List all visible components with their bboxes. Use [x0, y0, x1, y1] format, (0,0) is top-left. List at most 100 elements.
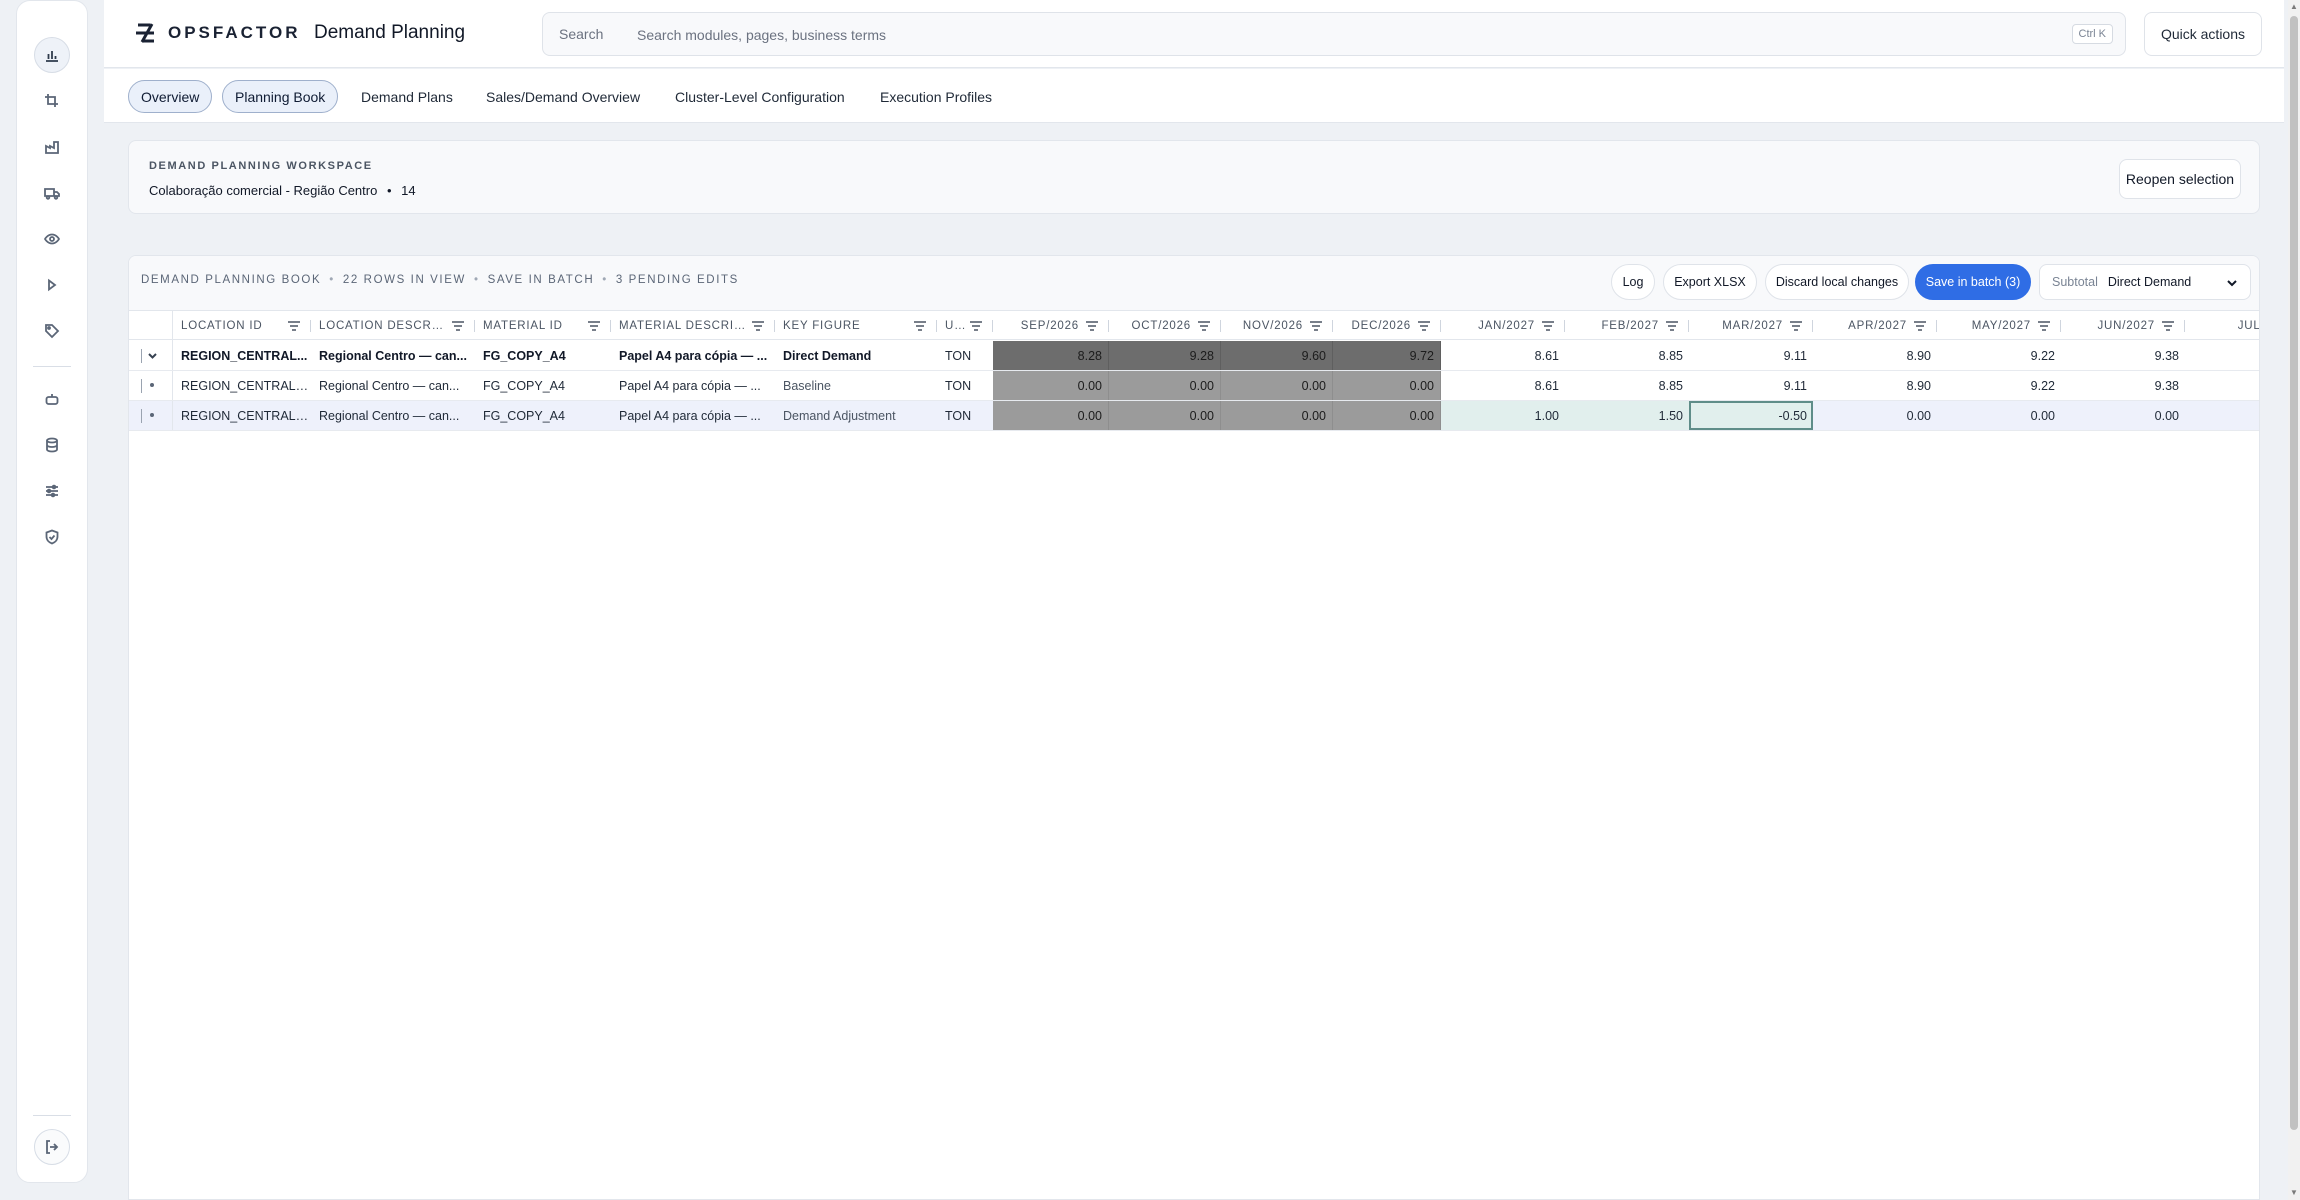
cell-may-2027[interactable]: 0.00 — [1937, 401, 2061, 430]
scroll-down-arrow-icon[interactable]: ▼ — [2289, 1188, 2299, 1198]
cell-jan-2027[interactable]: 8.61 — [1441, 341, 1565, 370]
cell-jul-20[interactable] — [2185, 401, 2259, 430]
bar-chart-icon[interactable] — [34, 37, 70, 73]
sliders-icon[interactable] — [34, 473, 70, 509]
cell-oct-2026[interactable]: 0.00 — [1109, 401, 1221, 430]
logo[interactable]: OPSFACTOR — [134, 22, 300, 44]
table-row[interactable]: REGION_CENTRAL... Regional Centro — can..… — [129, 341, 2259, 371]
factory-icon[interactable] — [34, 129, 70, 165]
column-header-jan-2027[interactable]: JAN/2027 — [1441, 311, 1565, 341]
cell-dec-2026[interactable]: 0.00 — [1333, 371, 1441, 400]
column-header-location-id[interactable]: LOCATION ID — [173, 311, 311, 341]
discard-local-changes-button[interactable]: Discard local changes — [1765, 264, 1909, 300]
cell-dec-2026[interactable]: 0.00 — [1333, 401, 1441, 430]
search-input[interactable] — [637, 23, 1937, 47]
filter-icon[interactable] — [969, 320, 983, 332]
export-xlsx-button[interactable]: Export XLSX — [1663, 264, 1757, 300]
cell-apr-2027[interactable]: 0.00 — [1813, 401, 1937, 430]
cell-nov-2026[interactable]: 0.00 — [1221, 371, 1333, 400]
crop-icon[interactable] — [34, 83, 70, 119]
cell-jul-20[interactable] — [2185, 341, 2259, 370]
tab-demand-plans[interactable]: Demand Plans — [348, 80, 466, 113]
cell-jan-2027[interactable]: 8.61 — [1441, 371, 1565, 400]
cell-dec-2026[interactable]: 9.72 — [1333, 341, 1441, 370]
filter-icon[interactable] — [1197, 320, 1211, 332]
reopen-selection-button[interactable]: Reopen selection — [2119, 159, 2241, 199]
filter-icon[interactable] — [2161, 320, 2175, 332]
column-header-may-2027[interactable]: MAY/2027 — [1937, 311, 2061, 341]
filter-icon[interactable] — [451, 320, 465, 332]
filter-icon[interactable] — [1541, 320, 1555, 332]
table-row[interactable]: REGION_CENTRAL_... Regional Centro — can.… — [129, 371, 2259, 401]
column-header-key-figure[interactable]: KEY FIGURE — [775, 311, 937, 341]
robot-icon[interactable] — [34, 381, 70, 417]
shield-check-icon[interactable] — [34, 519, 70, 555]
tab-sales-demand-overview[interactable]: Sales/Demand Overview — [473, 80, 653, 113]
log-button[interactable]: Log — [1611, 264, 1655, 300]
play-icon[interactable] — [34, 267, 70, 303]
tag-icon[interactable] — [34, 313, 70, 349]
eye-icon[interactable] — [34, 221, 70, 257]
truck-icon[interactable] — [34, 175, 70, 211]
subtotal-select[interactable]: Subtotal Direct Demand — [2039, 264, 2251, 300]
cell-jun-2027[interactable]: 9.38 — [2061, 371, 2185, 400]
column-header-nov-2026[interactable]: NOV/2026 — [1221, 311, 1333, 341]
table-row[interactable]: REGION_CENTRAL_... Regional Centro — can.… — [129, 401, 2259, 431]
scroll-up-arrow-icon[interactable]: ▲ — [2289, 2, 2299, 12]
cell-feb-2027[interactable]: 1.50 — [1565, 401, 1689, 430]
column-header-feb-2027[interactable]: FEB/2027 — [1565, 311, 1689, 341]
column-header-mar-2027[interactable]: MAR/2027 — [1689, 311, 1813, 341]
cell-oct-2026[interactable]: 9.28 — [1109, 341, 1221, 370]
cell-nov-2026[interactable]: 0.00 — [1221, 401, 1333, 430]
filter-icon[interactable] — [1665, 320, 1679, 332]
column-header-dec-2026[interactable]: DEC/2026 — [1333, 311, 1441, 341]
column-header-material-id[interactable]: MATERIAL ID — [475, 311, 611, 341]
column-header-jul-20[interactable]: JUL/20 — [2185, 311, 2259, 341]
page-scrollbar-thumb[interactable] — [2290, 16, 2298, 1130]
column-header-location-descrip[interactable]: LOCATION DESCRIP... — [311, 311, 475, 341]
cell-nov-2026[interactable]: 9.60 — [1221, 341, 1333, 370]
logout-icon[interactable] — [34, 1129, 70, 1165]
column-header-jun-2027[interactable]: JUN/2027 — [2061, 311, 2185, 341]
cell-sep-2026[interactable]: 8.28 — [993, 341, 1109, 370]
filter-icon[interactable] — [287, 320, 301, 332]
database-icon[interactable] — [34, 427, 70, 463]
cell-apr-2027[interactable]: 8.90 — [1813, 371, 1937, 400]
cell-jan-2027[interactable]: 1.00 — [1441, 401, 1565, 430]
cell-mar-2027[interactable]: 9.11 — [1689, 341, 1813, 370]
cell-may-2027[interactable]: 9.22 — [1937, 371, 2061, 400]
row-expand-toggle[interactable] — [129, 341, 173, 370]
cell-apr-2027[interactable]: 8.90 — [1813, 341, 1937, 370]
cell-feb-2027[interactable]: 8.85 — [1565, 371, 1689, 400]
filter-icon[interactable] — [1417, 320, 1431, 332]
tab-execution-profiles[interactable]: Execution Profiles — [867, 80, 1005, 113]
column-header-oct-2026[interactable]: OCT/2026 — [1109, 311, 1221, 341]
cell-sep-2026[interactable]: 0.00 — [993, 401, 1109, 430]
tab-cluster-level-configuration[interactable]: Cluster-Level Configuration — [662, 80, 858, 113]
filter-icon[interactable] — [1309, 320, 1323, 332]
cell-mar-2027[interactable]: -0.50 — [1689, 401, 1813, 430]
global-search[interactable]: Search Ctrl K — [542, 12, 2126, 56]
cell-jul-20[interactable] — [2185, 371, 2259, 400]
cell-may-2027[interactable]: 9.22 — [1937, 341, 2061, 370]
tab-planning-book[interactable]: Planning Book — [222, 80, 339, 113]
filter-icon[interactable] — [1913, 320, 1927, 332]
quick-actions-button[interactable]: Quick actions — [2144, 12, 2262, 56]
filter-icon[interactable] — [2037, 320, 2051, 332]
cell-oct-2026[interactable]: 0.00 — [1109, 371, 1221, 400]
column-header-sep-2026[interactable]: SEP/2026 — [993, 311, 1109, 341]
cell-jun-2027[interactable]: 9.38 — [2061, 341, 2185, 370]
column-header-apr-2027[interactable]: APR/2027 — [1813, 311, 1937, 341]
cell-sep-2026[interactable]: 0.00 — [993, 371, 1109, 400]
cell-mar-2027[interactable]: 9.11 — [1689, 371, 1813, 400]
filter-icon[interactable] — [751, 320, 765, 332]
filter-icon[interactable] — [1085, 320, 1099, 332]
column-header-u[interactable]: U... — [937, 311, 993, 341]
save-in-batch-button[interactable]: Save in batch (3) — [1915, 264, 2031, 300]
tab-overview[interactable]: Overview — [128, 80, 213, 113]
cell-jun-2027[interactable]: 0.00 — [2061, 401, 2185, 430]
filter-icon[interactable] — [1789, 320, 1803, 332]
cell-feb-2027[interactable]: 8.85 — [1565, 341, 1689, 370]
column-header-material-descrip[interactable]: MATERIAL DESCRIP... — [611, 311, 775, 341]
chevron-down-icon[interactable] — [147, 350, 158, 361]
